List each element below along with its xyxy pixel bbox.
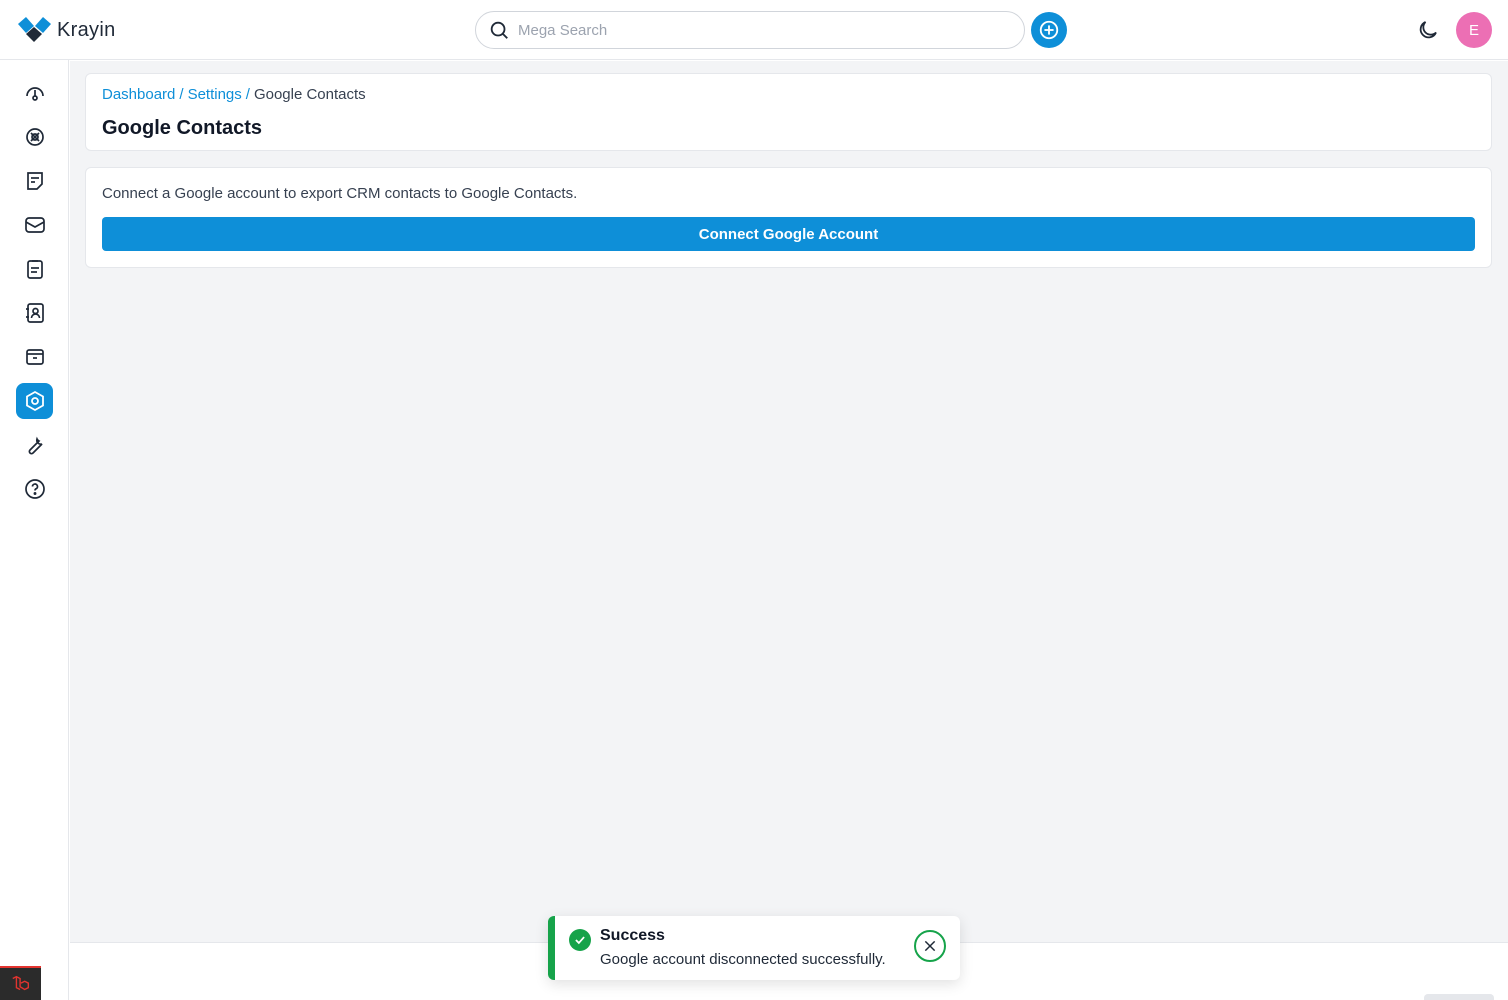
krayin-logo[interactable]: Krayin bbox=[18, 17, 116, 43]
sidebar bbox=[0, 60, 69, 1000]
success-toast: Success Google account disconnected succ… bbox=[548, 916, 960, 980]
footer-corner-tab bbox=[1424, 994, 1494, 1000]
search-icon bbox=[490, 21, 508, 39]
settings-icon bbox=[25, 390, 44, 412]
debugbar-laravel-icon[interactable] bbox=[0, 966, 41, 1000]
breadcrumb-separator: / bbox=[245, 86, 250, 103]
app-name: Krayin bbox=[57, 18, 116, 41]
page-title: Google Contacts bbox=[102, 117, 263, 139]
sidebar-item-help[interactable] bbox=[16, 471, 53, 507]
wrench-icon bbox=[28, 436, 43, 455]
toast-close-button[interactable] bbox=[914, 930, 946, 962]
sidebar-item-dashboard[interactable] bbox=[16, 75, 53, 111]
contacts-icon bbox=[25, 303, 44, 323]
check-circle-icon bbox=[569, 929, 591, 951]
sidebar-item-contacts[interactable] bbox=[16, 295, 53, 331]
search-input[interactable] bbox=[518, 21, 998, 39]
sidebar-item-configuration[interactable] bbox=[16, 427, 53, 463]
breadcrumb-separator: / bbox=[179, 86, 184, 103]
laravel-icon bbox=[11, 975, 29, 991]
sidebar-item-products[interactable] bbox=[16, 339, 53, 375]
connect-description: Connect a Google account to export CRM c… bbox=[102, 185, 578, 202]
toast-message: Google account disconnected successfully… bbox=[600, 951, 886, 968]
help-icon bbox=[24, 479, 45, 499]
sidebar-item-leads[interactable] bbox=[16, 119, 53, 155]
breadcrumb-settings[interactable]: Settings bbox=[188, 86, 242, 103]
plus-icon bbox=[1039, 20, 1059, 40]
connect-google-account-button[interactable]: Connect Google Account bbox=[102, 217, 1475, 251]
user-avatar[interactable]: E bbox=[1456, 12, 1492, 48]
sidebar-item-quotes[interactable] bbox=[16, 163, 53, 199]
moon-icon bbox=[1419, 21, 1437, 39]
quotes-icon bbox=[26, 172, 43, 190]
mega-search[interactable] bbox=[475, 11, 1025, 49]
page-header-card: Dashboard / Settings / Google Contacts G… bbox=[85, 73, 1492, 151]
sidebar-item-mail[interactable] bbox=[16, 207, 53, 243]
activities-icon bbox=[26, 260, 43, 279]
quick-create-button[interactable] bbox=[1031, 12, 1067, 48]
breadcrumb: Dashboard / Settings / Google Contacts bbox=[102, 86, 366, 103]
google-connect-card: Connect a Google account to export CRM c… bbox=[85, 167, 1492, 268]
top-bar: Krayin E bbox=[0, 0, 1508, 60]
mail-icon bbox=[24, 217, 45, 233]
sidebar-item-settings[interactable] bbox=[16, 383, 53, 419]
dashboard-gauge-icon bbox=[25, 87, 44, 101]
leads-icon bbox=[25, 128, 44, 146]
sidebar-item-activities[interactable] bbox=[16, 251, 53, 287]
breadcrumb-dashboard[interactable]: Dashboard bbox=[102, 86, 175, 103]
dark-mode-toggle[interactable] bbox=[1414, 16, 1442, 44]
breadcrumb-current: Google Contacts bbox=[253, 86, 366, 103]
products-icon bbox=[25, 349, 44, 365]
close-icon bbox=[924, 940, 936, 952]
toast-title: Success bbox=[600, 927, 665, 944]
krayin-logo-icon bbox=[18, 17, 51, 42]
